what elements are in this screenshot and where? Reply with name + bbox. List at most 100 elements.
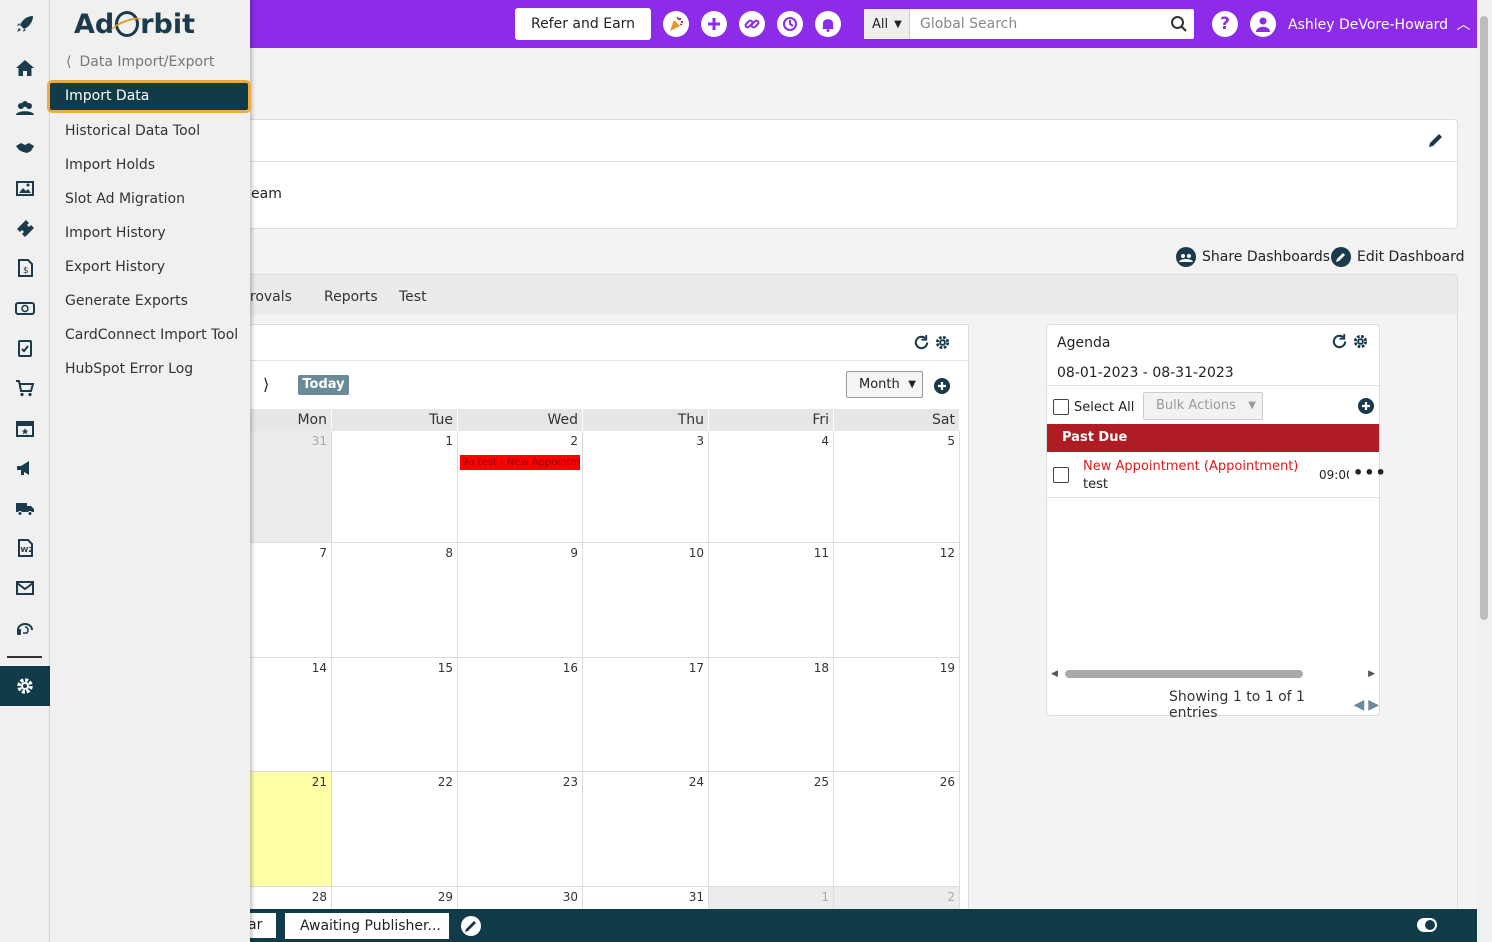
gear-icon[interactable] [1352,333,1369,350]
calendar-day-cell[interactable]: 15 [332,658,458,772]
users-icon[interactable] [0,88,50,128]
scroll-left-icon[interactable]: ◀ [1051,669,1058,679]
link-icon[interactable] [739,11,765,37]
today-button[interactable]: Today [298,375,349,395]
bottom-tab-calendar[interactable]: ar [248,913,276,938]
ticket-icon[interactable] [0,208,50,248]
menu-item-import-data[interactable]: Import Data [47,80,251,113]
headset-icon[interactable] [0,608,50,648]
mail-icon[interactable] [0,568,50,608]
calendar-day-cell[interactable]: 29 [332,887,458,909]
avatar[interactable] [1250,11,1276,37]
refresh-icon[interactable] [1331,333,1348,350]
calendar-day-cell[interactable]: 1 [709,887,834,909]
search-icon[interactable] [1170,15,1188,37]
share-dashboards-button[interactable]: Share Dashboards [1176,247,1330,267]
calendar-day-cell[interactable]: 18 [709,658,834,772]
more-options-icon[interactable]: ••• [1353,463,1387,482]
calendar-star-icon[interactable] [0,408,50,448]
checkbox[interactable] [1053,399,1069,415]
calendar-day-cell[interactable]: 22 [332,772,458,887]
handshake-icon[interactable] [0,128,50,168]
add-agenda-icon[interactable] [1357,397,1375,415]
tab-approvals[interactable]: provals [250,289,292,305]
tab-test[interactable]: Test [399,289,427,305]
calendar-day-cell[interactable]: 11 [709,543,834,658]
calendar-day-cell[interactable]: 31 [250,431,332,543]
checkbox[interactable] [1053,467,1069,483]
menu-item-cardconnect-import-tool[interactable]: CardConnect Import Tool [65,324,238,346]
menu-item-import-history[interactable]: Import History [65,222,166,244]
clipboard-icon[interactable] [0,328,50,368]
list-item[interactable]: New Appointment (Appointment) test 09:00… [1047,452,1386,498]
calendar-day-cell[interactable]: 5 [834,431,960,543]
back-link[interactable]: ⟨ Data Import/Export [66,54,214,70]
help-icon[interactable]: ? [1212,11,1238,37]
calendar-day-cell[interactable]: 10 [583,543,709,658]
add-event-icon[interactable] [933,377,951,395]
scrollbar-thumb[interactable] [1480,16,1488,620]
home-icon[interactable] [0,48,50,88]
calendar-day-cell[interactable]: 8 [332,543,458,658]
money-icon[interactable] [0,288,50,328]
w2-icon[interactable]: W2 [0,528,50,568]
toggle-icon[interactable] [1416,915,1438,935]
calendar-day-cell[interactable]: 1 [332,431,458,543]
history-icon[interactable] [777,11,803,37]
refer-and-earn-button[interactable]: Refer and Earn [515,8,651,40]
calendar-day-cell[interactable]: 25 [709,772,834,887]
calendar-event[interactable]: 9a test - New Appointm [460,455,580,470]
page-scrollbar[interactable] [1477,0,1492,942]
calendar-day-cell[interactable]: 19 [834,658,960,772]
party-popper-icon[interactable] [663,11,689,37]
horizontal-scrollbar[interactable]: ◀ ▶ [1051,668,1375,680]
search-input[interactable] [910,10,1160,38]
menu-item-hubspot-error-log[interactable]: HubSpot Error Log [65,358,193,380]
scroll-right-icon[interactable]: ▶ [1368,669,1375,679]
select-all-checkbox[interactable]: Select All [1053,399,1134,415]
images-icon[interactable] [0,168,50,208]
megaphone-icon[interactable] [0,448,50,488]
menu-item-historical-data-tool[interactable]: Historical Data Tool [65,120,200,142]
calendar-day-cell[interactable]: 9 [458,543,583,658]
calendar-day-cell[interactable]: 30 [458,887,583,909]
settings-icon[interactable] [0,666,50,706]
appointment-title[interactable]: New Appointment (Appointment) [1083,459,1298,474]
edit-tabs-icon[interactable] [460,915,482,937]
calendar-day-cell[interactable]: 3 [583,431,709,543]
calendar-day-cell[interactable]: 4 [709,431,834,543]
bulk-actions-select[interactable]: Bulk Actions ▼ [1143,392,1263,420]
prev-page-icon[interactable]: ◀ [1353,697,1364,713]
truck-icon[interactable] [0,488,50,528]
next-month-icon[interactable]: ⟩ [263,375,269,394]
calendar-day-cell[interactable]: 16 [458,658,583,772]
menu-item-export-history[interactable]: Export History [65,256,165,278]
calendar-view-select[interactable]: Month ▼ [846,371,923,398]
menu-item-generate-exports[interactable]: Generate Exports [65,290,188,312]
calendar-day-cell[interactable]: 31 [583,887,709,909]
calendar-day-cell[interactable]: 26 [834,772,960,887]
tab-reports[interactable]: Reports [324,289,378,305]
rocket-icon[interactable] [0,4,50,44]
calendar-day-cell[interactable]: 12 [834,543,960,658]
calendar-day-cell[interactable]: 2 9a test - New Appointm [458,431,583,543]
add-icon[interactable] [701,11,727,37]
bell-icon[interactable] [815,11,841,37]
bottom-tab-awaiting-publisher[interactable]: Awaiting Publisher... [285,913,449,939]
pencil-icon[interactable] [1427,131,1445,153]
calendar-day-cell[interactable]: 24 [583,772,709,887]
calendar-day-cell[interactable]: 23 [458,772,583,887]
calendar-day-cell[interactable]: 28 [250,887,332,909]
edit-dashboard-button[interactable]: Edit Dashboard [1331,247,1465,267]
adorbit-logo[interactable]: Ad rbit [74,6,195,42]
invoice-icon[interactable]: $ [0,248,50,288]
refresh-icon[interactable] [913,334,930,351]
calendar-day-cell[interactable]: 21 [250,772,332,887]
gear-icon[interactable] [934,334,951,351]
scrollbar-thumb[interactable] [1065,670,1303,678]
next-page-icon[interactable]: ▶ [1368,697,1379,713]
cart-icon[interactable] [0,368,50,408]
user-menu[interactable]: Ashley DeVore-Howard ︿ [1288,14,1471,34]
calendar-day-cell[interactable]: 2 [834,887,960,909]
calendar-day-cell[interactable]: 14 [250,658,332,772]
